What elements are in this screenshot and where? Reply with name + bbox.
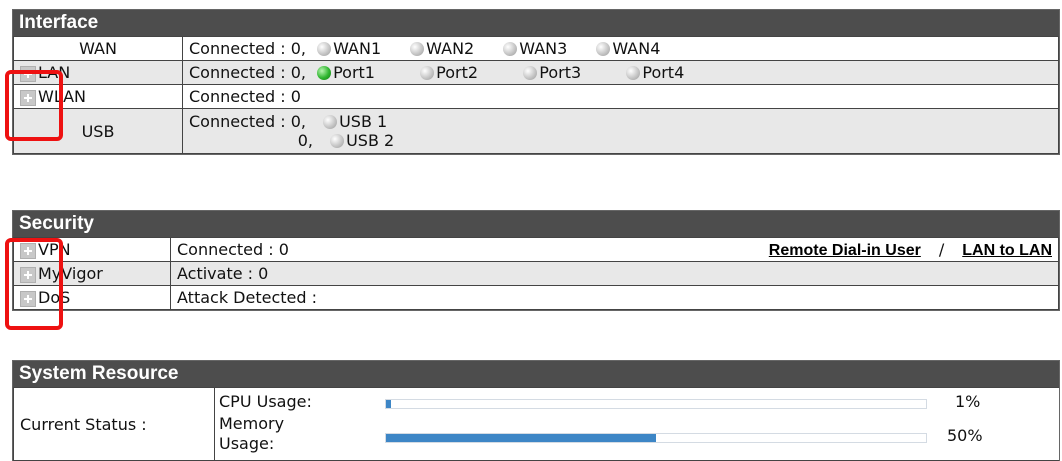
dos-row: DoS Attack Detected : bbox=[13, 285, 1059, 310]
vpn-status-cell: Connected : 0 Remote Dial-in User / LAN to… bbox=[170, 237, 1059, 262]
interface-panel-title: Interface bbox=[13, 10, 1059, 36]
highlight-box-interface bbox=[5, 70, 63, 141]
remote-dial-in-user-link[interactable]: Remote Dial-in User bbox=[769, 242, 921, 259]
port4: Port4 bbox=[642, 63, 685, 82]
current-status-label: Current Status : bbox=[13, 387, 215, 461]
wan3-led-icon bbox=[503, 41, 518, 56]
port1: Port1 bbox=[333, 63, 375, 82]
wan2-led-icon bbox=[410, 41, 425, 56]
highlight-box-security bbox=[5, 238, 63, 330]
usb2-led-icon bbox=[330, 133, 345, 148]
security-table: VPN Connected : 0 Remote Dial-in User / LA… bbox=[13, 237, 1059, 310]
wlan-row: WLAN Connected : 0 bbox=[13, 84, 1059, 109]
lan-status-cell: Connected : 0, Port1 Port2 Port3 Port4 bbox=[182, 60, 1059, 85]
memory-usage-value: 50% bbox=[947, 426, 983, 445]
vpn-row: VPN Connected : 0 Remote Dial-in User / LA… bbox=[13, 237, 1059, 262]
vpn-status: Connected : 0 bbox=[177, 239, 289, 259]
port3: Port3 bbox=[539, 63, 582, 82]
link-separator: / bbox=[938, 239, 945, 259]
usb1-port: USB 1 bbox=[339, 112, 388, 131]
lan-row: LAN Connected : 0, Port1 Port2 Port3 Por… bbox=[13, 60, 1059, 85]
lan-status: Connected : 0, bbox=[189, 63, 306, 82]
interface-panel: Interface WAN Connected : 0, WAN1 WAN2 W… bbox=[12, 9, 1060, 155]
wan2-port: WAN2 bbox=[426, 39, 475, 58]
memory-usage-label-2: Usage: bbox=[219, 434, 275, 453]
memory-usage-label-1: Memory bbox=[219, 414, 285, 433]
system-resource-table: Current Status : CPU Usage: Memory Usage… bbox=[13, 387, 1059, 461]
wan3-port: WAN3 bbox=[519, 39, 568, 58]
security-panel: Security VPN Connected : 0 Remote Dial-i… bbox=[12, 210, 1060, 311]
usb-row: USB Connected : 0, USB 1 0, USB 2 bbox=[13, 108, 1059, 154]
wan4-led-icon bbox=[596, 41, 611, 56]
system-resource-panel-title: System Resource bbox=[13, 361, 1059, 387]
security-panel-title: Security bbox=[13, 211, 1059, 237]
cpu-usage-value: 1% bbox=[955, 392, 981, 411]
lan-to-lan-link[interactable]: LAN to LAN bbox=[962, 242, 1052, 259]
current-status-row: Current Status : CPU Usage: Memory Usage… bbox=[13, 387, 1059, 461]
wan4-port: WAN4 bbox=[612, 39, 661, 58]
memory-usage-bar bbox=[385, 433, 927, 443]
port2: Port2 bbox=[436, 63, 479, 82]
usb2-port: USB 2 bbox=[346, 131, 395, 150]
wan-status: Connected : 0, bbox=[189, 39, 306, 58]
cpu-usage-label: CPU Usage: bbox=[219, 392, 312, 411]
usb-status-1: Connected : 0, bbox=[189, 112, 306, 131]
port2-led-icon bbox=[420, 65, 435, 80]
wan-label: WAN bbox=[13, 36, 183, 61]
wan1-led-icon bbox=[317, 41, 332, 56]
wan-row: WAN Connected : 0, WAN1 WAN2 WAN3 WAN4 bbox=[13, 36, 1059, 61]
myvigor-row: MyVigor Activate : 0 bbox=[13, 261, 1059, 286]
memory-usage-bar-fill bbox=[386, 434, 656, 442]
usb-status-2: 0, bbox=[297, 131, 313, 150]
myvigor-status: Activate : 0 bbox=[170, 261, 1059, 286]
usb1-led-icon bbox=[323, 114, 338, 129]
port4-led-icon bbox=[626, 65, 641, 80]
dos-status: Attack Detected : bbox=[170, 285, 1059, 310]
port3-led-icon bbox=[523, 65, 538, 80]
wan1-port: WAN1 bbox=[333, 39, 382, 58]
system-resource-panel: System Resource Current Status : CPU Usa… bbox=[12, 360, 1060, 461]
port1-led-icon bbox=[317, 65, 332, 80]
usb2-line: 0, USB 2 bbox=[189, 131, 1052, 150]
wlan-status: Connected : 0 bbox=[182, 84, 1059, 109]
cpu-usage-bar bbox=[385, 399, 927, 409]
usb1-line: Connected : 0, USB 1 bbox=[189, 112, 1052, 131]
cpu-usage-bar-fill bbox=[386, 400, 392, 408]
wan-status-cell: Connected : 0, WAN1 WAN2 WAN3 WAN4 bbox=[182, 36, 1059, 61]
resource-cell: CPU Usage: Memory Usage: 1% 50% bbox=[214, 387, 1059, 461]
interface-table: WAN Connected : 0, WAN1 WAN2 WAN3 WAN4 L… bbox=[13, 36, 1059, 154]
usb-status-cell: Connected : 0, USB 1 0, USB 2 bbox=[182, 108, 1059, 154]
